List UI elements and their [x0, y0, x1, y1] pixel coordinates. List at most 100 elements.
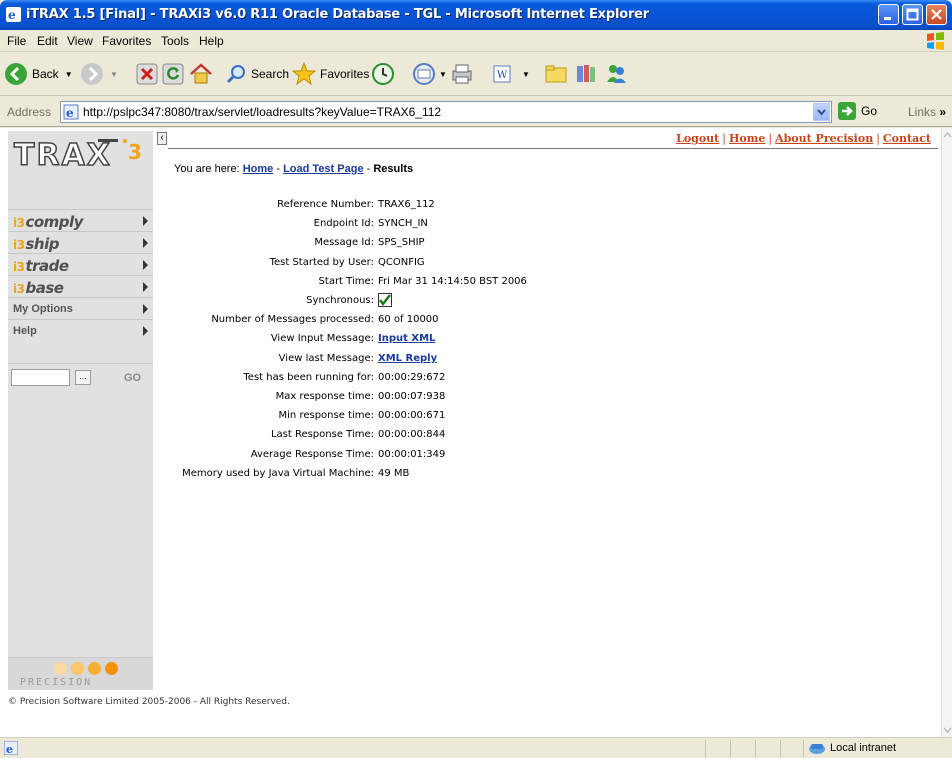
result-value: 00:00:01:349	[378, 449, 446, 460]
result-label: Reference Number:	[277, 199, 374, 210]
chevron-right-icon	[143, 282, 148, 292]
maximize-icon	[906, 8, 919, 21]
svg-text:TRAX: TRAX	[14, 138, 112, 173]
svg-text:3: 3	[128, 140, 142, 164]
mail-button[interactable]: ▼	[412, 58, 447, 90]
breadcrumb-separator: -	[366, 163, 371, 175]
print-button[interactable]	[450, 58, 474, 90]
folder-icon	[545, 65, 567, 83]
scroll-up-button[interactable]	[942, 128, 952, 142]
result-label: Start Time:	[318, 276, 374, 287]
back-button[interactable]: Back ▼	[4, 58, 73, 90]
trade-prefix: i3	[13, 260, 25, 274]
menu-bar: File Edit View Favorites Tools Help	[0, 30, 952, 52]
sidebar-item-help[interactable]: Help	[8, 319, 153, 363]
browser-content: TRAX 3 i3comply i3ship i3trade i3base My…	[0, 128, 941, 737]
collapse-sidebar-button[interactable]: ‹	[157, 132, 167, 145]
chevron-down-icon: ▼	[522, 69, 530, 79]
result-value: SYNCH_IN	[378, 218, 428, 229]
breadcrumb-load-test-link[interactable]: Load Test Page	[283, 163, 363, 175]
status-cell	[705, 740, 706, 757]
breadcrumb-home-link[interactable]: Home	[243, 163, 274, 175]
edit-button[interactable]: W ▼	[492, 58, 530, 90]
links-label: Links	[908, 105, 937, 119]
ship-label: i3ship	[13, 235, 59, 253]
sidebar-search-input[interactable]	[11, 369, 70, 386]
menu-favorites[interactable]: Favorites	[102, 34, 151, 48]
result-label: Test has been running for:	[243, 372, 374, 383]
search-icon	[226, 65, 245, 84]
address-bar: Address e http://pslpc347:8080/trax/serv…	[0, 97, 952, 127]
menu-tools[interactable]: Tools	[161, 34, 189, 48]
window-title: iTRAX 1.5 [Final] - TRAXi3 v6.0 R11 Orac…	[26, 7, 649, 22]
links-toolbar-label[interactable]: Links »	[908, 105, 946, 119]
sidebar-item-my-options[interactable]: My Options	[8, 297, 153, 319]
about-precision-link[interactable]: About Precision	[775, 132, 873, 145]
menu-view[interactable]: View	[67, 34, 93, 48]
globe-icon	[809, 744, 825, 754]
go-button[interactable]: Go	[837, 101, 877, 121]
window-titlebar[interactable]: e iTRAX 1.5 [Final] - TRAXi3 v6.0 R11 Or…	[0, 0, 952, 30]
history-button[interactable]	[371, 58, 395, 90]
sidebar-go-button[interactable]: GO	[124, 372, 141, 384]
forward-button[interactable]: ▼	[80, 58, 118, 90]
messenger-button[interactable]	[604, 58, 628, 90]
logout-link[interactable]: Logout	[676, 132, 719, 145]
research-button[interactable]	[574, 58, 598, 90]
messenger-icon	[607, 65, 626, 83]
address-dropdown-button[interactable]	[813, 103, 830, 121]
scroll-down-button[interactable]	[942, 723, 952, 737]
comply-text: comply	[25, 213, 83, 231]
sidebar-item-base[interactable]: i3base	[8, 275, 153, 297]
menu-file[interactable]: File	[7, 34, 26, 48]
header-divider	[168, 148, 938, 149]
result-value: 00:00:00:671	[378, 410, 446, 421]
separator: |	[722, 132, 726, 145]
chevron-right-icon	[143, 326, 148, 336]
minimize-button[interactable]	[878, 4, 899, 25]
menu-help[interactable]: Help	[199, 34, 224, 48]
logo-dot	[88, 662, 101, 675]
result-link[interactable]: XML Reply	[378, 353, 437, 364]
sidebar: TRAX 3 i3comply i3ship i3trade i3base My…	[8, 131, 153, 690]
sidebar-item-ship[interactable]: i3ship	[8, 231, 153, 253]
ie-page-icon: e	[63, 104, 79, 120]
sidebar-item-comply[interactable]: i3comply	[8, 209, 153, 231]
breadcrumb-current: Results	[373, 163, 414, 175]
result-value: QCONFIG	[378, 257, 425, 268]
sidebar-search-browse-button[interactable]: ...	[75, 370, 91, 385]
favorites-label: Favorites	[320, 67, 370, 81]
trade-text: trade	[25, 257, 69, 275]
close-button[interactable]	[926, 4, 947, 25]
vertical-scrollbar[interactable]	[941, 128, 952, 737]
status-cell	[755, 740, 756, 757]
result-value: Fri Mar 31 14:14:50 BST 2006	[378, 276, 527, 287]
chevron-right-icon	[143, 304, 148, 314]
svg-text:e: e	[8, 8, 16, 22]
base-label: i3base	[13, 279, 64, 297]
sidebar-search: ... GO	[8, 363, 153, 387]
result-label: Last Response Time:	[270, 429, 374, 440]
result-value: 60 of 10000	[378, 314, 439, 325]
sidebar-item-trade[interactable]: i3trade	[8, 253, 153, 275]
search-button[interactable]: Search	[225, 58, 289, 90]
result-value: 00:00:00:844	[378, 429, 446, 440]
home-link[interactable]: Home	[729, 132, 765, 145]
contact-link[interactable]: Contact	[883, 132, 931, 145]
refresh-button[interactable]	[162, 58, 184, 90]
ship-prefix: i3	[13, 238, 25, 252]
home-button[interactable]	[189, 58, 213, 90]
maximize-button[interactable]	[902, 4, 923, 25]
menu-edit[interactable]: Edit	[37, 34, 58, 48]
stop-button[interactable]	[136, 58, 158, 90]
address-input[interactable]: e http://pslpc347:8080/trax/servlet/load…	[60, 101, 832, 123]
address-label: Address	[7, 105, 52, 119]
result-label: Test Started by User:	[269, 257, 374, 268]
logo-dot	[105, 662, 118, 675]
folder-button[interactable]	[544, 58, 568, 90]
result-link[interactable]: Input XML	[378, 333, 435, 344]
my-options-label: My Options	[13, 303, 73, 315]
favorites-button[interactable]: Favorites	[292, 58, 369, 90]
stop-icon	[136, 63, 158, 85]
back-label: Back	[32, 67, 59, 81]
